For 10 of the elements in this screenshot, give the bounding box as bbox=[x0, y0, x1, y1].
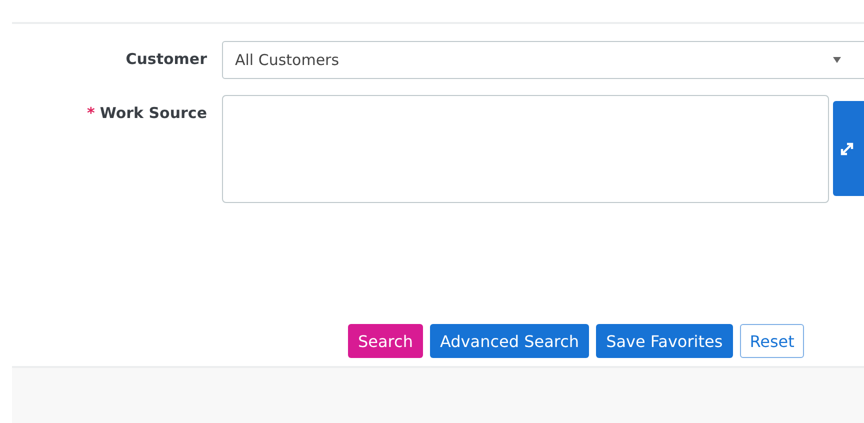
required-marker: * bbox=[86, 104, 95, 122]
field-label: Customer bbox=[126, 50, 207, 68]
text-area-field[interactable] bbox=[222, 95, 829, 203]
action-button[interactable]: Reset bbox=[740, 324, 804, 358]
action-button[interactable]: Search bbox=[348, 324, 423, 358]
action-button[interactable]: Save Favorites bbox=[596, 324, 733, 358]
field-label: Work Source bbox=[100, 104, 207, 122]
customer-dropdown[interactable]: All Customers bbox=[222, 41, 864, 79]
caret-icon bbox=[833, 57, 841, 63]
action-button[interactable]: Advanced Search bbox=[430, 324, 590, 358]
